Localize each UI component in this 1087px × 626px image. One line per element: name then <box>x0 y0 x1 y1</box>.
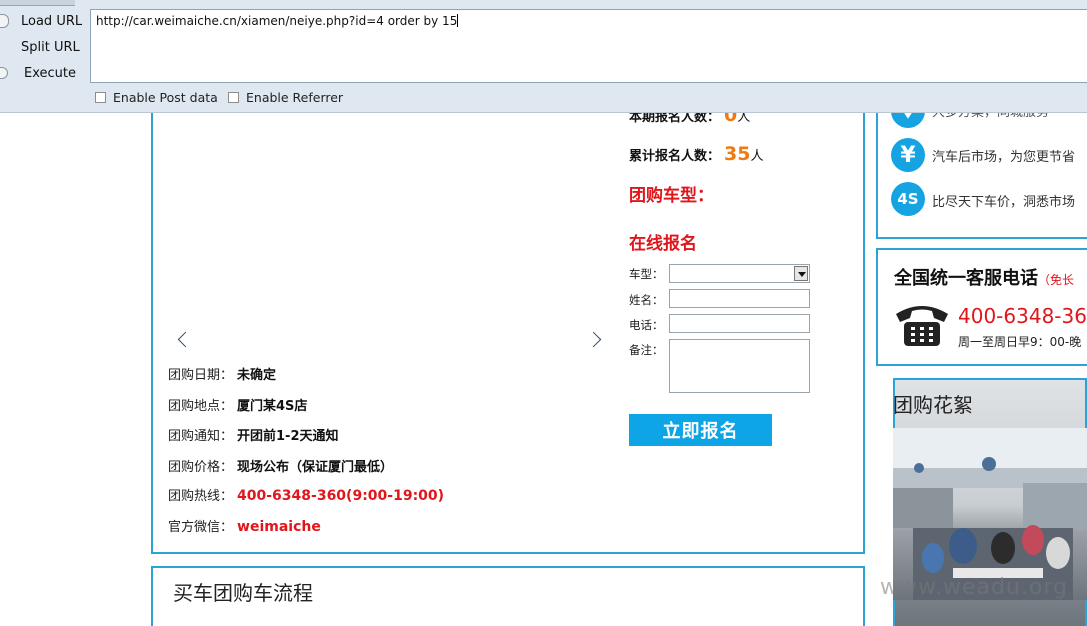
service-phone-number: 400-6348-360 <box>958 304 1087 328</box>
car-model-heading: 团购车型： <box>629 186 714 206</box>
total-signups: 累计报名人数： 35人 <box>629 143 764 165</box>
load-url-label: Load URL <box>21 13 83 29</box>
photo-title: 团购花絮 <box>893 393 973 417</box>
feature-2-text: 汽车后市场，为您更节省 <box>932 150 1076 165</box>
info-hotline: 团购热线： 400-6348-360(9:00-19:00) <box>168 488 445 504</box>
split-url-icon <box>0 41 9 53</box>
flow-title: 买车团购车流程 <box>173 581 313 605</box>
flow-panel: 买车团购车流程 <box>151 566 865 626</box>
execute-button[interactable]: Execute <box>0 62 76 84</box>
load-url-icon <box>0 14 9 28</box>
text-caret <box>457 14 459 27</box>
info-price: 团购价格： 现场公布（保证厦门最低） <box>168 460 394 475</box>
info-location: 团购地点： 厦门某4S店 <box>168 399 308 414</box>
name-field[interactable] <box>669 289 810 308</box>
info-notice: 团购通知： 开团前1-2天通知 <box>168 429 339 444</box>
watermark: www.weadu.org <box>880 575 1068 600</box>
signup-submit-button[interactable]: 立即报名 <box>629 414 772 446</box>
hackbar-toolbar: Load URL Split URL Execute http://car.we… <box>0 0 1087 113</box>
service-hours: 周一至周日早9：00-晚 <box>958 335 1082 349</box>
enable-post-checkbox[interactable]: Enable Post data <box>95 90 218 105</box>
checkbox-icon[interactable] <box>95 92 106 103</box>
enable-post-label: Enable Post data <box>113 90 218 105</box>
toolbar-tab-edge <box>0 0 75 6</box>
4s-icon: 4S <box>891 182 925 216</box>
info-wechat: 官方微信： weimaiche <box>168 519 321 535</box>
model-label: 车型： <box>629 267 664 281</box>
feature-3-text: 比尽天下车价，洞悉市场 <box>932 195 1076 210</box>
enable-referrer-checkbox[interactable]: Enable Referrer <box>228 90 343 105</box>
yen-icon: ¥ <box>891 138 925 172</box>
telephone-icon <box>896 306 948 346</box>
phone-field[interactable] <box>669 314 810 333</box>
split-url-button[interactable]: Split URL <box>0 36 80 58</box>
enable-referrer-label: Enable Referrer <box>246 90 344 105</box>
execute-label: Execute <box>24 65 76 81</box>
execute-icon <box>0 67 8 79</box>
info-date: 团购日期： 未确定 <box>168 368 277 383</box>
checkbox-icon[interactable] <box>228 92 239 103</box>
note-label: 备注： <box>629 343 664 357</box>
car-model-select[interactable] <box>669 264 810 283</box>
load-url-button[interactable]: Load URL <box>0 10 82 32</box>
note-textarea[interactable] <box>669 339 810 393</box>
name-label: 姓名： <box>629 293 664 307</box>
service-title: 全国统一客服电话（免长 <box>894 268 1075 289</box>
phone-label: 电话： <box>629 318 664 332</box>
split-url-label: Split URL <box>21 39 80 55</box>
url-input[interactable]: http://car.weimaiche.cn/xiamen/neiye.php… <box>90 9 1087 83</box>
url-text: http://car.weimaiche.cn/xiamen/neiye.php… <box>96 14 458 28</box>
signup-heading: 在线报名 <box>629 234 697 254</box>
chevron-down-icon[interactable] <box>794 266 808 281</box>
